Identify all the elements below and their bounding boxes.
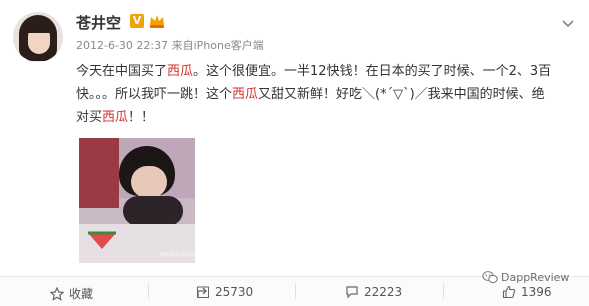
post-text: 今天在中国买了西瓜。这个很便宜。一半12快钱！在日本的买了时候、一个2、3百快。…: [76, 60, 556, 129]
vip-crown-icon: [150, 15, 164, 28]
comment-icon: [346, 286, 358, 299]
photo-arms: [123, 196, 183, 226]
comment-button[interactable]: 22223: [345, 285, 402, 299]
user-name[interactable]: 苍井空: [76, 12, 121, 33]
user-avatar[interactable]: [13, 12, 63, 62]
repost-count: 25730: [215, 285, 254, 299]
post-text-segment: ！！: [128, 110, 155, 125]
favorite-button[interactable]: 收藏: [49, 285, 94, 302]
like-count: 1396: [521, 285, 552, 299]
divider: [148, 283, 149, 299]
post-meta: 2012-6-30 22:37 来自iPhone客户端: [76, 37, 264, 53]
comment-count: 22223: [364, 285, 403, 299]
avatar-bangs: [25, 21, 53, 33]
brand-watermark: DappReview: [482, 270, 569, 284]
divider: [443, 283, 444, 299]
like-button[interactable]: 1396: [502, 285, 552, 299]
photo-face: [131, 166, 167, 198]
brand-name: DappReview: [501, 271, 570, 284]
thumbs-up-icon: [502, 285, 516, 299]
post-timestamp[interactable]: 2012-6-30 22:37: [76, 39, 168, 52]
watermelon-slice-icon: [88, 231, 116, 249]
favorite-label: 收藏: [69, 287, 94, 301]
post-source-prefix: 来自: [171, 39, 194, 52]
post-photo[interactable]: weibo.com: [79, 138, 195, 263]
weibo-post-card: 苍井空 V 2012-6-30 22:37 来自iPhone客户端 今天在中国买…: [0, 0, 589, 306]
post-source: iPhone客户端: [193, 39, 264, 52]
photo-curtain: [79, 138, 119, 208]
photo-watermark: weibo.com: [159, 250, 195, 258]
divider: [295, 283, 296, 299]
keyword-link[interactable]: 西瓜: [102, 110, 128, 125]
chevron-down-icon[interactable]: [561, 17, 575, 31]
post-text-segment: 今天在中国买了: [76, 64, 168, 79]
share-icon: [197, 286, 209, 298]
keyword-link[interactable]: 西瓜: [167, 64, 193, 79]
star-icon: [49, 286, 65, 301]
verified-badge-icon: V: [130, 14, 144, 28]
keyword-link[interactable]: 西瓜: [232, 87, 258, 102]
wechat-icon: [482, 271, 498, 284]
repost-button[interactable]: 25730: [196, 285, 253, 299]
